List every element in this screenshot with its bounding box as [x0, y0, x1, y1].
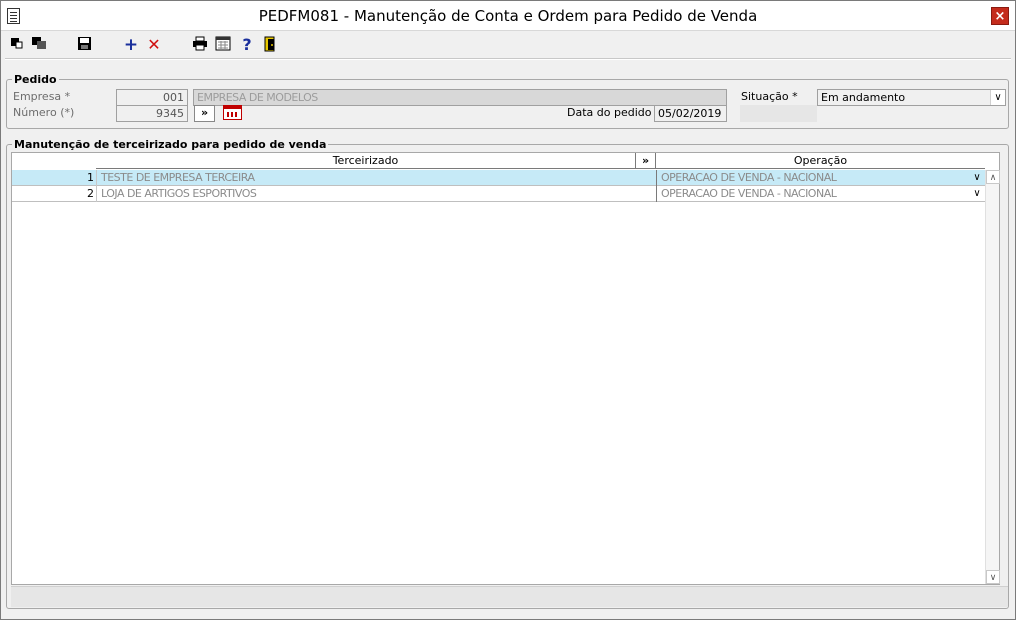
copy-record-icon[interactable] — [31, 36, 49, 54]
situacao-label: Situação * — [741, 90, 798, 103]
terceirizado-cell[interactable]: LOJA DE ARTIGOS ESPORTIVOS — [96, 186, 656, 202]
calendar-icon[interactable] — [223, 105, 242, 120]
numero-lookup-button[interactable]: » — [194, 105, 215, 122]
empresa-name-field: EMPRESA DE MODELOS — [193, 89, 727, 106]
data-pedido-field[interactable]: 05/02/2019 — [654, 105, 727, 122]
chevron-down-icon[interactable]: ∨ — [970, 170, 984, 186]
toolbar: + ✕ ? — [1, 32, 1015, 58]
add-icon[interactable]: + — [122, 36, 140, 54]
pedido-group-title: Pedido — [12, 73, 59, 86]
exit-door-icon[interactable] — [263, 36, 281, 54]
chevron-down-icon[interactable]: ∨ — [970, 186, 984, 202]
situacao-value: Em andamento — [821, 91, 906, 104]
numero-label: Número (*) — [13, 106, 75, 119]
print-icon[interactable] — [192, 36, 210, 54]
terceirizado-cell[interactable]: TESTE DE EMPRESA TERCEIRA — [96, 170, 656, 186]
manutencao-group-title: Manutenção de terceirizado para pedido d… — [12, 138, 329, 151]
operacao-cell[interactable]: OPERACAO DE VENDA - NACIONAL — [656, 186, 984, 202]
status-bar — [11, 586, 1008, 607]
chevron-down-icon[interactable]: ∨ — [990, 90, 1005, 105]
calculator-icon[interactable] — [215, 36, 233, 54]
numero-field[interactable]: 9345 — [116, 105, 188, 122]
situacao-extra-field — [740, 105, 817, 122]
terceirizado-grid: Terceirizado » Operação 1 TESTE DE EMPRE… — [11, 152, 1000, 585]
vertical-scrollbar[interactable]: ∧ ∨ — [985, 170, 1000, 584]
window-title: PEDFM081 - Manutenção de Conta e Ordem p… — [258, 7, 758, 25]
col-header-more-button[interactable]: » — [635, 153, 656, 169]
row-number: 1 — [87, 171, 94, 184]
empresa-label: Empresa * — [13, 90, 71, 103]
save-icon[interactable] — [77, 36, 95, 54]
operacao-cell[interactable]: OPERACAO DE VENDA - NACIONAL — [656, 170, 984, 186]
table-row[interactable]: 1 TESTE DE EMPRESA TERCEIRA OPERACAO DE … — [12, 170, 985, 186]
row-number: 2 — [87, 187, 94, 200]
data-pedido-label: Data do pedido * — [567, 106, 661, 119]
first-record-icon[interactable] — [10, 36, 28, 54]
main-window: PEDFM081 - Manutenção de Conta e Ordem p… — [0, 0, 1016, 620]
col-header-operacao[interactable]: Operação — [656, 153, 985, 169]
delete-icon[interactable]: ✕ — [145, 36, 163, 54]
situacao-select[interactable]: Em andamento ∨ — [817, 89, 1006, 106]
scroll-up-icon[interactable]: ∧ — [986, 170, 1000, 184]
col-header-terceirizado[interactable]: Terceirizado — [96, 153, 635, 169]
table-row[interactable]: 2 LOJA DE ARTIGOS ESPORTIVOS OPERACAO DE… — [12, 186, 985, 202]
toolbar-separator — [5, 58, 1011, 60]
empresa-code-field[interactable]: 001 — [116, 89, 188, 106]
title-bar: PEDFM081 - Manutenção de Conta e Ordem p… — [1, 1, 1015, 31]
scroll-down-icon[interactable]: ∨ — [986, 570, 1000, 584]
close-button[interactable]: × — [991, 7, 1009, 25]
help-icon[interactable]: ? — [238, 36, 256, 54]
